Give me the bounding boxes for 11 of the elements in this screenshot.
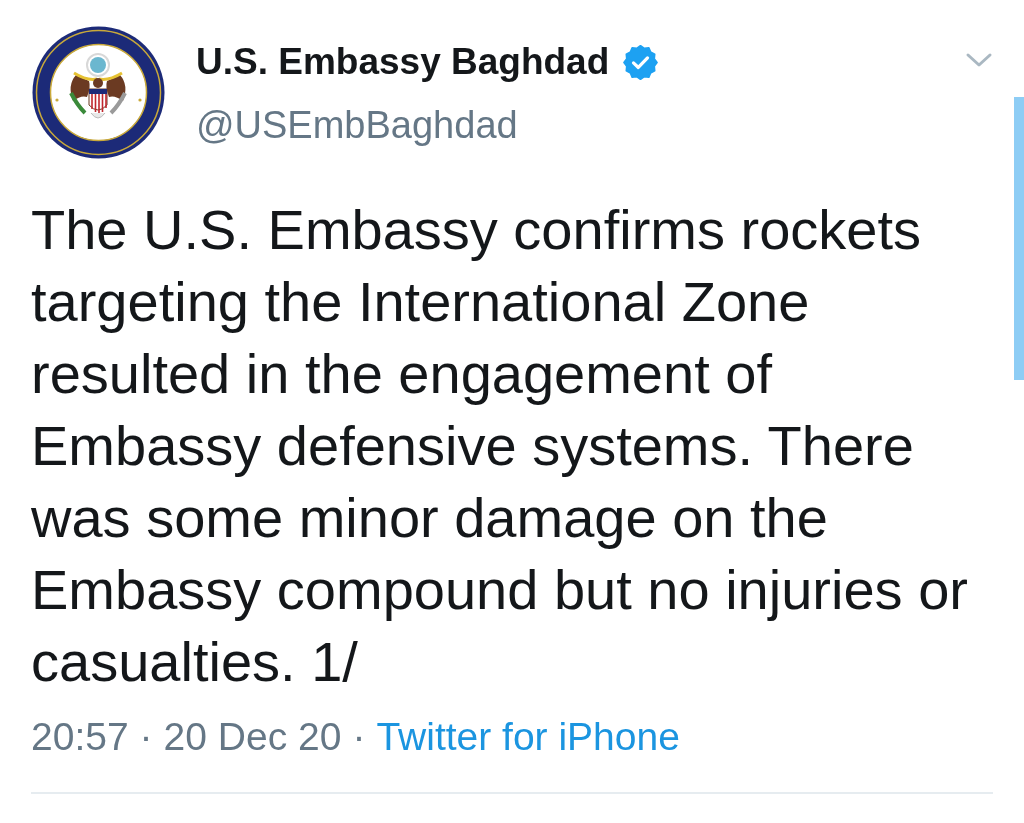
separator-dot: · bbox=[352, 714, 366, 760]
caret-icon[interactable] bbox=[965, 51, 993, 69]
tweet-date: 20 Dec 20 bbox=[163, 714, 342, 760]
tweet-time: 20:57 bbox=[31, 714, 129, 760]
seal-icon[interactable] bbox=[31, 25, 166, 160]
tweet-text: The U.S. Embassy confirms rockets targeting the International Zone resulted in the engagement of Embassy defensive systems. There was some minor damage on the Embassy compound but no injuries or casualties. 1/ bbox=[31, 197, 969, 695]
display-name[interactable]: U.S. Embassy Baghdad bbox=[196, 40, 610, 84]
source-link[interactable]: Twitter for iPhone bbox=[376, 713, 680, 761]
separator-dot: · bbox=[139, 714, 153, 760]
scrollbar-thumb[interactable] bbox=[1014, 97, 1024, 380]
user-handle[interactable]: @USEmbBaghdad bbox=[196, 103, 659, 147]
